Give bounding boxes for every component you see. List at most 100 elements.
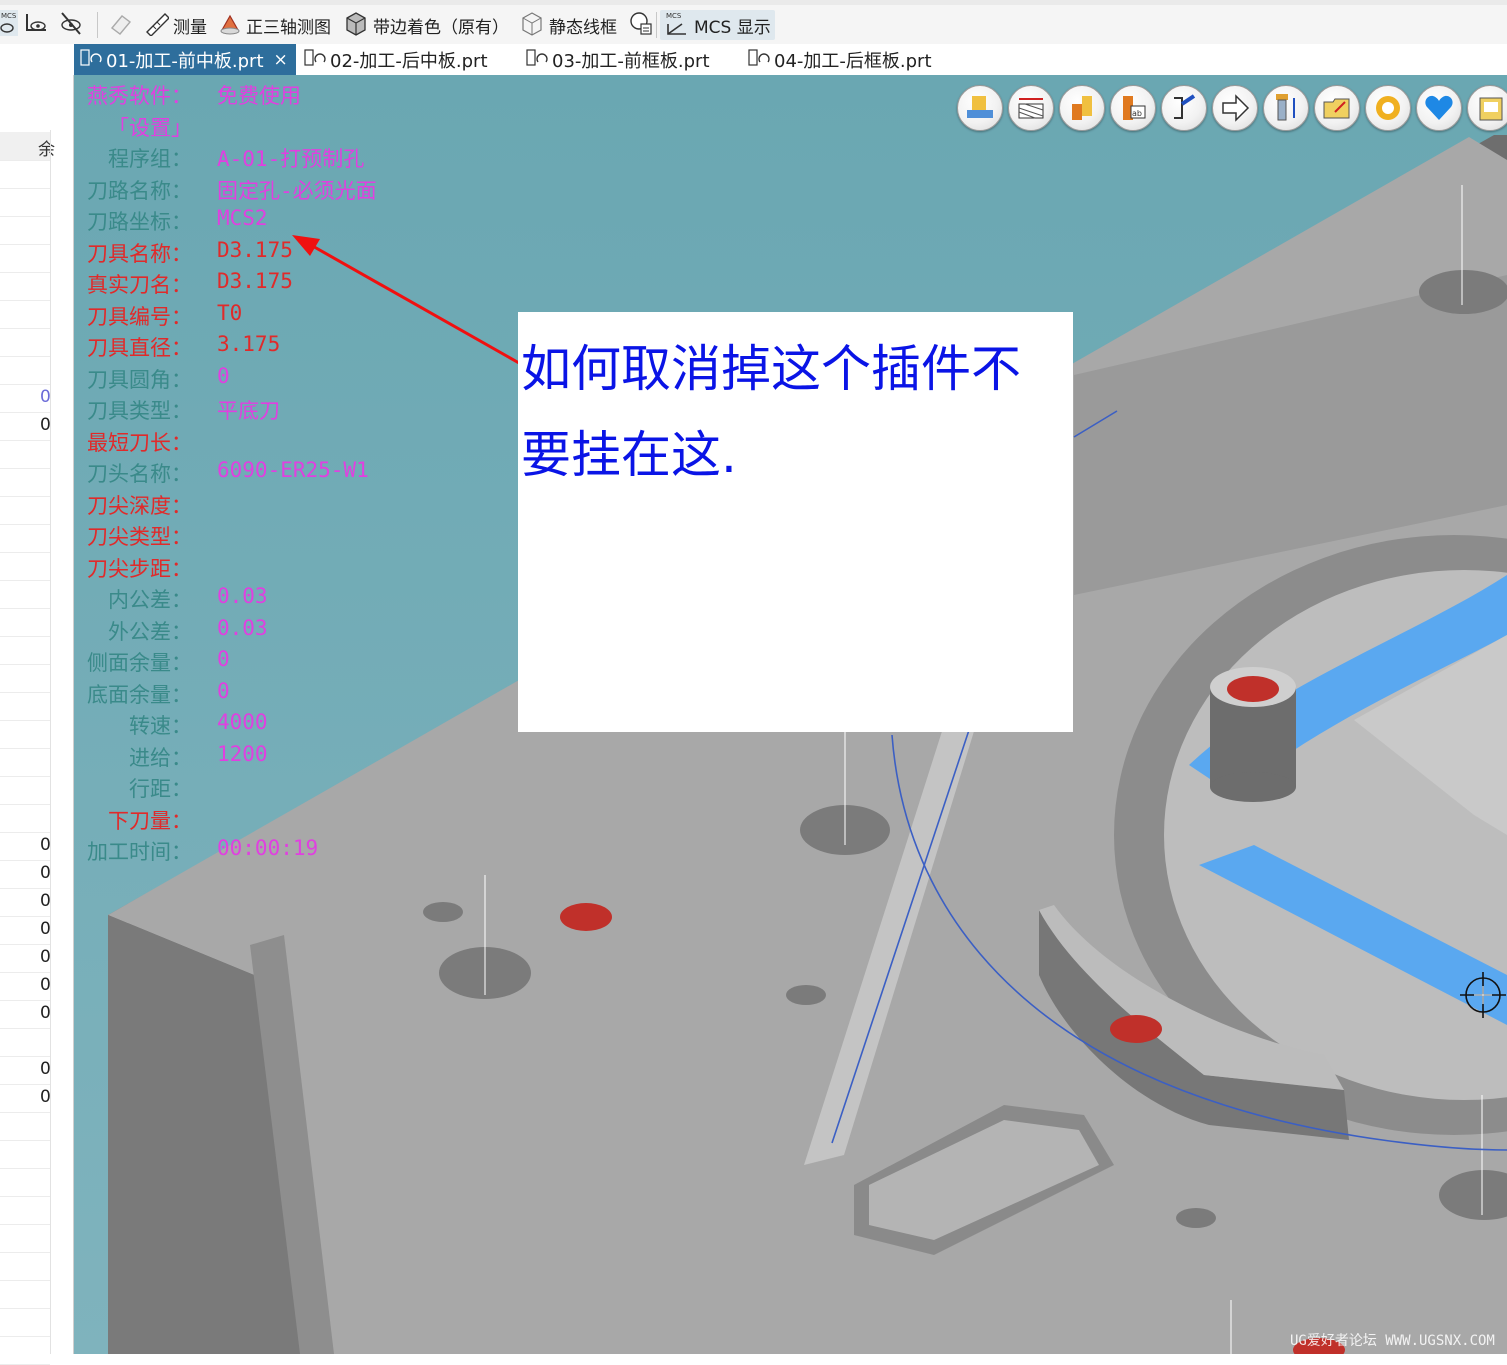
toolbar-separator [656, 12, 657, 38]
info-label: 内公差： [108, 588, 192, 612]
navigator-row-line [0, 1084, 50, 1085]
navigator-row-line [0, 440, 50, 441]
navigator-row-line [0, 1280, 50, 1281]
info-label: 外公差： [108, 619, 192, 644]
navigator-row-line [0, 832, 50, 833]
info-label: 刀具名称： [87, 241, 192, 266]
wireframe-label: 静态线框 [549, 17, 617, 38]
navigator-row-line [0, 1336, 50, 1337]
info-label: 刀尖深度： [87, 493, 192, 518]
hole [423, 902, 463, 922]
navigator-row-line [0, 524, 50, 525]
info-value: D3.175 [217, 269, 293, 293]
navigator-row-line [0, 496, 50, 497]
info-label: 「设置」 [108, 115, 192, 140]
drill-depth-icon [1276, 94, 1295, 121]
red-hole [1227, 676, 1279, 702]
wireframe-icon [519, 10, 545, 41]
info-value: 平底刀 [217, 399, 280, 423]
info-value: 4000 [217, 710, 268, 734]
part-file-icon [526, 48, 548, 72]
stock-dimension-button[interactable] [1008, 85, 1054, 131]
info-value: 0.03 [217, 584, 268, 608]
navigator-cell-value: 0 [40, 975, 51, 995]
mcs-view-button[interactable]: MCS [0, 9, 22, 40]
hole [1176, 1208, 1216, 1228]
navigator-row-line [0, 244, 50, 245]
tab-02-rear-middle-plate[interactable]: 02-加工-后中板.prt [298, 44, 488, 75]
part-file-icon [304, 48, 326, 72]
show-hide-button[interactable] [24, 10, 56, 40]
navigator-row-line [0, 748, 50, 749]
mcs-display-button[interactable]: MCS MCS 显示 [660, 10, 775, 40]
crosshair-cursor-icon [1460, 972, 1506, 1022]
hide-all-button[interactable] [58, 10, 90, 40]
info-label: 刀尖步距： [87, 556, 192, 581]
folder-edit-button[interactable] [1314, 85, 1360, 131]
tool-list-button[interactable] [1161, 85, 1207, 131]
navigator-row-line [0, 552, 50, 553]
measure-button[interactable]: 测量 [145, 10, 207, 40]
info-value: T0 [217, 300, 243, 325]
wireframe-button[interactable]: 静态线框 [519, 10, 617, 40]
navigator-cell-value: 0 [40, 1003, 51, 1023]
red-hole [560, 903, 612, 931]
part-color-button[interactable] [1059, 85, 1105, 131]
tab-01-front-middle-plate[interactable]: 01-加工-前中板.prt × [74, 44, 296, 75]
tab-close-button[interactable]: × [274, 50, 288, 70]
heart-icon [1425, 95, 1453, 120]
info-label: 程序组： [108, 147, 192, 171]
mcs-display-icon: MCS [664, 10, 690, 41]
measure-label: 测量 [173, 17, 207, 38]
info-label: 进给： [129, 745, 192, 770]
info-label: 下刀量： [108, 808, 192, 833]
info-value: 0.03 [217, 615, 268, 640]
operation-navigator-panel: 余 0 0 0 0 0 0 0 0 0 0 0 [0, 75, 74, 1365]
isometric-view-button[interactable]: 正三轴测图 [218, 10, 331, 40]
tab-04-rear-frame-plate[interactable]: 04-加工-后框板.prt [742, 44, 932, 75]
info-value: D3.175 [217, 237, 293, 262]
favorite-button[interactable] [1416, 85, 1462, 131]
ruler-icon [145, 10, 170, 41]
navigator-row-line [0, 1196, 50, 1197]
navigator-row-line [0, 804, 50, 805]
layer-settings-button[interactable] [627, 10, 659, 40]
part-color-icon [1072, 96, 1092, 120]
navigator-row-line [0, 216, 50, 217]
navigator-cell-value: 0 [40, 835, 51, 855]
eraser-button[interactable] [108, 10, 138, 40]
settings-button[interactable] [1365, 85, 1411, 131]
toolbar-top-strip [0, 0, 1507, 5]
isometric-view-icon [218, 10, 242, 41]
tab-03-front-frame-plate[interactable]: 03-加工-前框板.prt [520, 44, 710, 75]
navigator-cell-value: 0 [40, 415, 51, 435]
export-doc-icon [1479, 97, 1503, 121]
info-value: 0 [217, 647, 230, 671]
info-label: 刀尖类型： [87, 525, 192, 549]
column-divider [50, 130, 51, 1354]
navigator-row-line [0, 916, 50, 917]
folder-edit-icon [1323, 98, 1350, 119]
forum-watermark: UG爱好者论坛 WWW.UGSNX.COM [1290, 1333, 1495, 1349]
fixture-button[interactable] [957, 85, 1003, 131]
navigator-row-line [0, 888, 50, 889]
export-doc-button[interactable] [1467, 85, 1507, 131]
navigator-row-line [0, 1224, 50, 1225]
shaded-edges-button[interactable]: 带边着色（原有） [343, 10, 509, 40]
info-label: 刀头名称： [87, 462, 192, 486]
navigator-column-header: 余 [0, 132, 55, 160]
navigator-row-line [0, 1252, 50, 1253]
tab-label: 02-加工-后中板.prt [330, 50, 488, 72]
show-hide-icon [24, 10, 52, 41]
document-tab-bar: 01-加工-前中板.prt × 02-加工-后中板.prt 03-加工-前框板.… [0, 44, 1507, 112]
info-label: 转速： [129, 714, 192, 738]
navigator-row-line [0, 1168, 50, 1169]
info-label: 最短刀长： [87, 430, 192, 455]
navigator-row-line [0, 776, 50, 777]
label-button[interactable]: ab [1110, 85, 1156, 131]
drill-depth-button[interactable] [1263, 85, 1309, 131]
navigator-cell-value: 0 [40, 947, 51, 967]
info-label: 燕秀软件： [87, 84, 192, 108]
info-label: 侧面余量： [87, 651, 192, 675]
arrow-right-button[interactable] [1212, 85, 1258, 131]
